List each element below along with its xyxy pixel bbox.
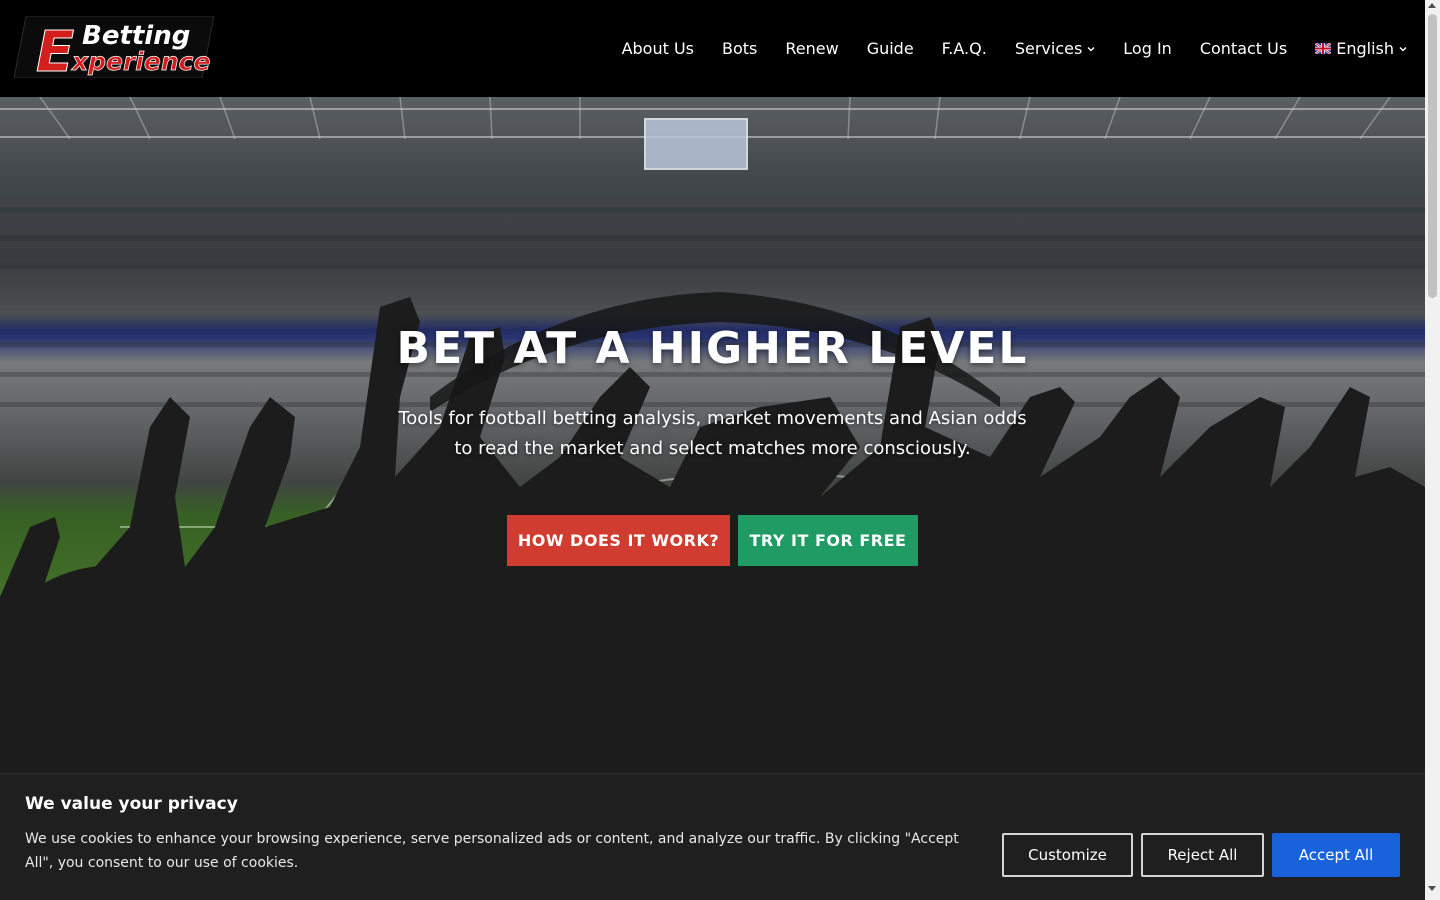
cookie-banner-text: We use cookies to enhance your browsing …: [25, 831, 959, 871]
nav-label: Services: [1014, 39, 1083, 58]
nav-label: Contact Us: [1199, 39, 1288, 58]
chevron-down-icon: [1399, 46, 1407, 51]
language-selector[interactable]: English: [1315, 39, 1407, 58]
nav-renew[interactable]: Renew: [785, 39, 838, 58]
nav-label: Renew: [785, 39, 839, 58]
hero-subtitle: Tools for football betting analysis, mar…: [0, 404, 1425, 464]
nav-bots[interactable]: Bots: [722, 39, 757, 58]
customize-button[interactable]: Customize: [1002, 833, 1133, 877]
hero-subtitle-line1: Tools for football betting analysis, mar…: [398, 408, 1027, 429]
hero-subtitle-line2: to read the market and select matches mo…: [454, 438, 971, 459]
nav-label: Log In: [1123, 39, 1172, 58]
scrollbar-thumb[interactable]: [1428, 14, 1437, 298]
nav-contact-us[interactable]: Contact Us: [1200, 39, 1287, 58]
page: E Betting xperience About Us Bots Renew …: [0, 0, 1425, 900]
nav-label: F.A.Q.: [941, 39, 987, 58]
scroll-down-arrow-icon[interactable]: [1428, 886, 1436, 891]
hero-buttons: HOW DOES IT WORK? TRY IT FOR FREE: [507, 515, 918, 566]
betting-experience-logo[interactable]: E Betting xperience: [13, 15, 215, 86]
uk-flag-icon: [1315, 43, 1332, 54]
cookie-banner-title: We value your privacy: [25, 794, 238, 814]
reject-all-button[interactable]: Reject All: [1141, 833, 1264, 877]
nav-faq[interactable]: F.A.Q.: [942, 39, 987, 58]
page-scrollbar[interactable]: [1425, 0, 1440, 900]
nav-label: About Us: [621, 39, 694, 58]
nav-label: Bots: [722, 39, 758, 58]
hero-title: BET AT A HIGHER LEVEL: [396, 323, 1029, 374]
accept-all-button[interactable]: Accept All: [1272, 833, 1400, 877]
language-label: English: [1336, 39, 1394, 58]
nav-about-us[interactable]: About Us: [622, 39, 694, 58]
how-does-it-work-button[interactable]: HOW DOES IT WORK?: [507, 515, 730, 566]
nav-services[interactable]: Services: [1015, 39, 1095, 58]
main-nav: About Us Bots Renew Guide F.A.Q. Service…: [622, 0, 1407, 97]
cookie-consent-banner: We value your privacy We use cookies to …: [0, 773, 1425, 900]
nav-guide[interactable]: Guide: [867, 39, 914, 58]
site-header: E Betting xperience About Us Bots Renew …: [0, 0, 1425, 97]
chevron-down-icon: [1087, 46, 1095, 51]
nav-label: Guide: [866, 39, 914, 58]
logo-initial: E: [36, 20, 74, 78]
try-it-for-free-button[interactable]: TRY IT FOR FREE: [738, 515, 918, 566]
logo-line2: xperience: [70, 47, 210, 76]
scroll-up-arrow-icon[interactable]: [1428, 3, 1436, 8]
nav-log-in[interactable]: Log In: [1123, 39, 1172, 58]
